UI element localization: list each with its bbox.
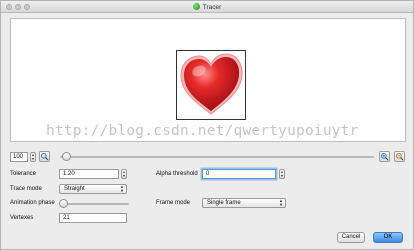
magnifier-icon <box>40 152 49 161</box>
tolerance-stepper[interactable]: ▲ ▼ <box>121 169 127 179</box>
animation-phase-label: Animation phase <box>10 200 55 206</box>
alpha-threshold-input[interactable]: 0 <box>202 169 276 179</box>
animation-phase-knob[interactable] <box>59 199 68 208</box>
zoom-out-button[interactable] <box>394 151 405 162</box>
title-bar: Tracer <box>1 1 413 13</box>
popup-arrows-icon: ▲ ▼ <box>120 184 124 193</box>
alpha-threshold-stepper[interactable]: ▲ ▼ <box>279 169 285 179</box>
zoom-slider-knob[interactable] <box>62 152 72 161</box>
zoom-stepper[interactable]: ▲ ▼ <box>30 152 36 162</box>
zoom-field[interactable]: 100 <box>10 152 28 162</box>
frame-mode-select[interactable]: Single frame ▲ ▼ <box>202 198 286 208</box>
window-title: Tracer <box>202 4 222 11</box>
window-title-wrap: Tracer <box>1 3 413 11</box>
ok-button[interactable]: OK <box>373 232 403 243</box>
alpha-threshold-label: Alpha threshold <box>156 171 198 177</box>
image-frame <box>176 50 246 120</box>
tolerance-label: Tolerance <box>10 171 37 177</box>
zoom-out-icon <box>395 152 404 161</box>
zoom-slider-track[interactable] <box>60 156 374 158</box>
frame-mode-value: Single frame <box>207 200 241 206</box>
app-icon <box>192 3 200 10</box>
trace-mode-label: Trace mode <box>10 186 42 192</box>
animation-phase-track[interactable] <box>59 203 129 205</box>
trace-mode-select[interactable]: Straight ▲ ▼ <box>59 184 127 194</box>
zoom-in-button[interactable] <box>379 151 390 162</box>
trace-mode-value: Straight <box>64 186 85 192</box>
frame-mode-label: Frame mode <box>156 200 191 206</box>
vertexes-field[interactable]: 21 <box>59 213 127 223</box>
cancel-button[interactable]: Cancel <box>337 232 365 243</box>
zoom-fit-button[interactable] <box>39 151 50 162</box>
zoom-in-icon <box>380 152 389 161</box>
popup-arrows-icon: ▲ ▼ <box>279 198 283 207</box>
vertexes-label: Vertexes <box>10 215 34 221</box>
watermark-text: http://blog.csdn.net/qwertyupoiuytr <box>46 123 359 139</box>
tolerance-input[interactable]: 1.20 <box>59 169 119 179</box>
heart-image <box>180 53 243 115</box>
tracer-window: Tracer http://blog.csdn.net/qwertyupoiuy… <box>0 0 414 250</box>
